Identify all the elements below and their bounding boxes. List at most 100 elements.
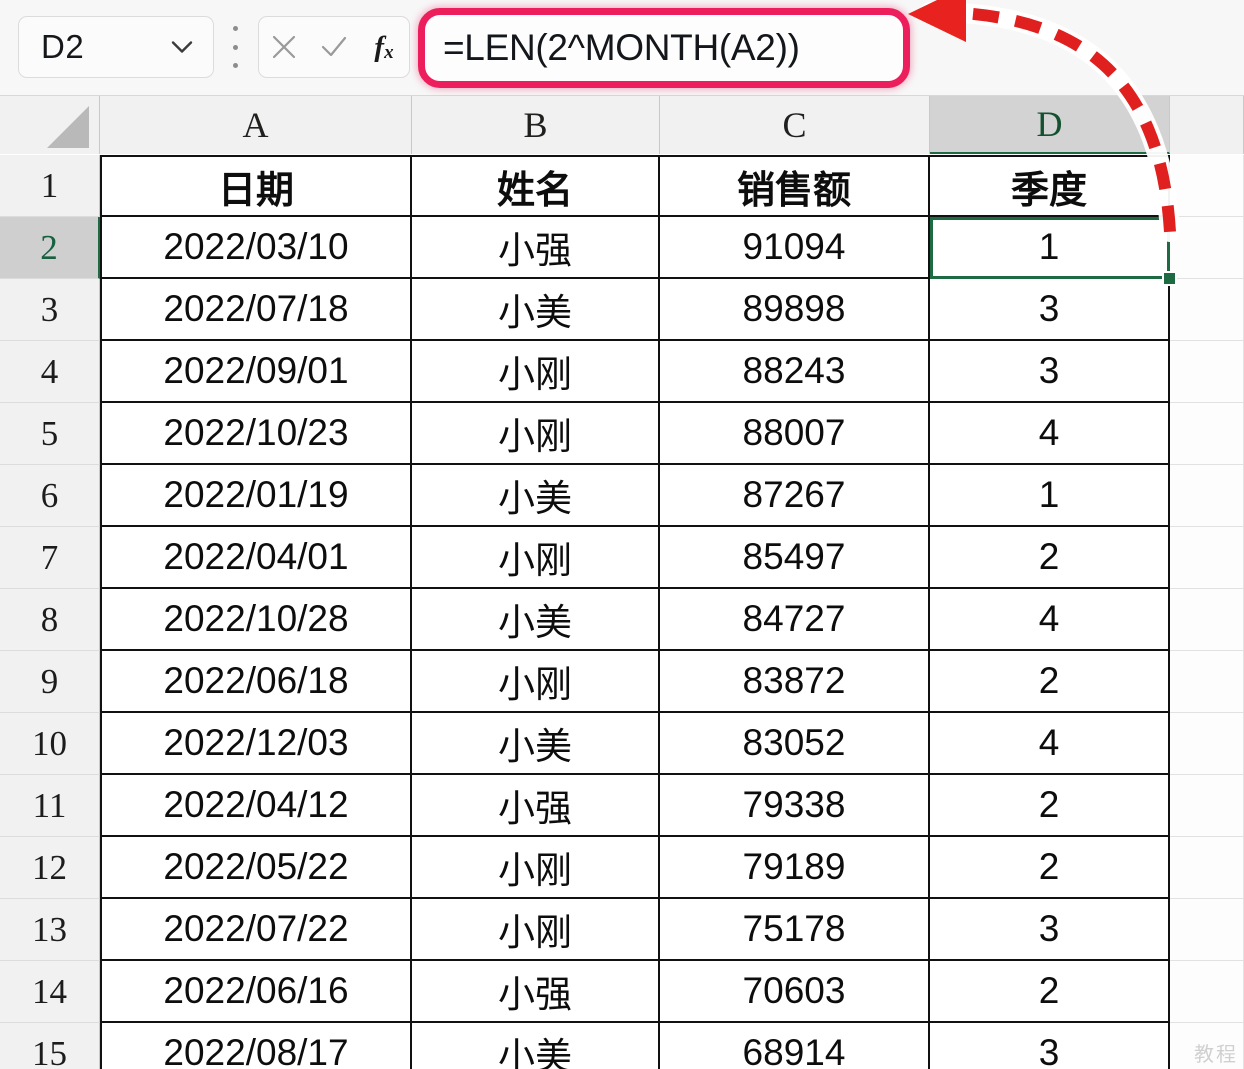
table-cell[interactable]: 2: [930, 775, 1170, 837]
column-header-e[interactable]: [1170, 96, 1244, 154]
table-cell[interactable]: 2022/07/18: [100, 279, 412, 341]
table-cell[interactable]: 2022/10/28: [100, 589, 412, 651]
cancel-x-icon[interactable]: [264, 27, 304, 67]
table-cell[interactable]: 85497: [660, 527, 930, 589]
table-cell[interactable]: 2: [930, 651, 1170, 713]
table-cell[interactable]: 2022/04/01: [100, 527, 412, 589]
column-header-d[interactable]: D: [930, 96, 1170, 154]
table-header-cell[interactable]: 日期: [100, 155, 412, 217]
row-header-14[interactable]: 14: [0, 961, 100, 1023]
table-cell[interactable]: 2022/07/22: [100, 899, 412, 961]
table-cell[interactable]: 3: [930, 1023, 1170, 1069]
formula-input[interactable]: =LEN(2^MONTH(A2)): [425, 15, 903, 81]
empty-cell[interactable]: [1170, 961, 1244, 1023]
empty-cell[interactable]: [1170, 651, 1244, 713]
row-header-9[interactable]: 9: [0, 651, 100, 713]
table-cell[interactable]: 小刚: [412, 899, 660, 961]
table-header-cell[interactable]: 季度: [930, 155, 1170, 217]
fill-handle[interactable]: [1162, 271, 1177, 286]
table-cell[interactable]: 88243: [660, 341, 930, 403]
table-cell[interactable]: 89898: [660, 279, 930, 341]
row-header-4[interactable]: 4: [0, 341, 100, 403]
empty-cell[interactable]: [1170, 527, 1244, 589]
table-cell[interactable]: 4: [930, 403, 1170, 465]
table-cell[interactable]: 2: [930, 527, 1170, 589]
row-header-10[interactable]: 10: [0, 713, 100, 775]
table-cell[interactable]: 70603: [660, 961, 930, 1023]
table-cell[interactable]: 2: [930, 961, 1170, 1023]
row-header-11[interactable]: 11: [0, 775, 100, 837]
table-cell[interactable]: 2022/06/18: [100, 651, 412, 713]
table-cell[interactable]: 小美: [412, 589, 660, 651]
row-header-12[interactable]: 12: [0, 837, 100, 899]
column-header-c[interactable]: C: [660, 96, 930, 154]
table-cell[interactable]: 2022/10/23: [100, 403, 412, 465]
table-cell[interactable]: 4: [930, 589, 1170, 651]
table-cell[interactable]: 小刚: [412, 341, 660, 403]
chevron-down-icon[interactable]: [171, 41, 193, 54]
empty-cell[interactable]: [1170, 403, 1244, 465]
table-cell[interactable]: 87267: [660, 465, 930, 527]
empty-cell[interactable]: [1170, 589, 1244, 651]
table-cell[interactable]: 68914: [660, 1023, 930, 1069]
row-header-13[interactable]: 13: [0, 899, 100, 961]
table-cell[interactable]: 88007: [660, 403, 930, 465]
confirm-check-icon[interactable]: [314, 27, 354, 67]
table-cell[interactable]: 3: [930, 279, 1170, 341]
empty-cell[interactable]: [1170, 713, 1244, 775]
column-header-b[interactable]: B: [412, 96, 660, 154]
row-header-3[interactable]: 3: [0, 279, 100, 341]
table-cell[interactable]: 2022/08/17: [100, 1023, 412, 1069]
empty-cell[interactable]: [1170, 217, 1244, 279]
table-cell[interactable]: 小刚: [412, 403, 660, 465]
more-options-dots-icon[interactable]: [232, 26, 238, 68]
table-cell[interactable]: 2022/03/10: [100, 217, 412, 279]
table-cell[interactable]: 2022/05/22: [100, 837, 412, 899]
row-header-5[interactable]: 5: [0, 403, 100, 465]
row-header-1[interactable]: 1: [0, 155, 100, 217]
row-header-6[interactable]: 6: [0, 465, 100, 527]
row-header-15[interactable]: 15: [0, 1023, 100, 1069]
table-cell[interactable]: 小美: [412, 1023, 660, 1069]
table-cell[interactable]: 2022/04/12: [100, 775, 412, 837]
table-cell[interactable]: 75178: [660, 899, 930, 961]
table-cell[interactable]: 小强: [412, 217, 660, 279]
empty-cell[interactable]: [1170, 279, 1244, 341]
empty-cell[interactable]: [1170, 341, 1244, 403]
empty-cell[interactable]: [1170, 155, 1244, 217]
table-cell[interactable]: 3: [930, 899, 1170, 961]
table-cell[interactable]: 79338: [660, 775, 930, 837]
empty-cell[interactable]: [1170, 775, 1244, 837]
table-cell[interactable]: 3: [930, 341, 1170, 403]
table-header-cell[interactable]: 姓名: [412, 155, 660, 217]
table-cell[interactable]: 小刚: [412, 651, 660, 713]
table-cell[interactable]: 小美: [412, 465, 660, 527]
column-header-a[interactable]: A: [100, 96, 412, 154]
table-cell[interactable]: 1: [930, 465, 1170, 527]
table-cell[interactable]: 91094: [660, 217, 930, 279]
row-header-2[interactable]: 2: [0, 217, 100, 279]
table-cell[interactable]: 小强: [412, 775, 660, 837]
table-header-cell[interactable]: 销售额: [660, 155, 930, 217]
table-cell[interactable]: 小刚: [412, 527, 660, 589]
table-cell[interactable]: 2: [930, 837, 1170, 899]
name-box[interactable]: D2: [18, 16, 214, 78]
spreadsheet-grid[interactable]: ABCD 1 2 3 4 5 6 7 8 9 10 11 12 13 14 15 日期 姓名 销售额 季度 2022…: [0, 96, 1244, 1069]
table-cell[interactable]: 小强: [412, 961, 660, 1023]
table-cell[interactable]: 83052: [660, 713, 930, 775]
table-cell[interactable]: 小美: [412, 279, 660, 341]
table-cell[interactable]: 79189: [660, 837, 930, 899]
table-cell[interactable]: 4: [930, 713, 1170, 775]
table-cell[interactable]: 83872: [660, 651, 930, 713]
empty-cell[interactable]: [1170, 899, 1244, 961]
empty-cell[interactable]: [1170, 465, 1244, 527]
table-cell[interactable]: 小美: [412, 713, 660, 775]
row-header-7[interactable]: 7: [0, 527, 100, 589]
table-cell[interactable]: 1: [930, 217, 1170, 279]
select-all-corner[interactable]: [0, 96, 100, 154]
table-cell[interactable]: 2022/09/01: [100, 341, 412, 403]
row-header-8[interactable]: 8: [0, 589, 100, 651]
empty-cell[interactable]: [1170, 837, 1244, 899]
table-cell[interactable]: 小刚: [412, 837, 660, 899]
table-cell[interactable]: 2022/06/16: [100, 961, 412, 1023]
